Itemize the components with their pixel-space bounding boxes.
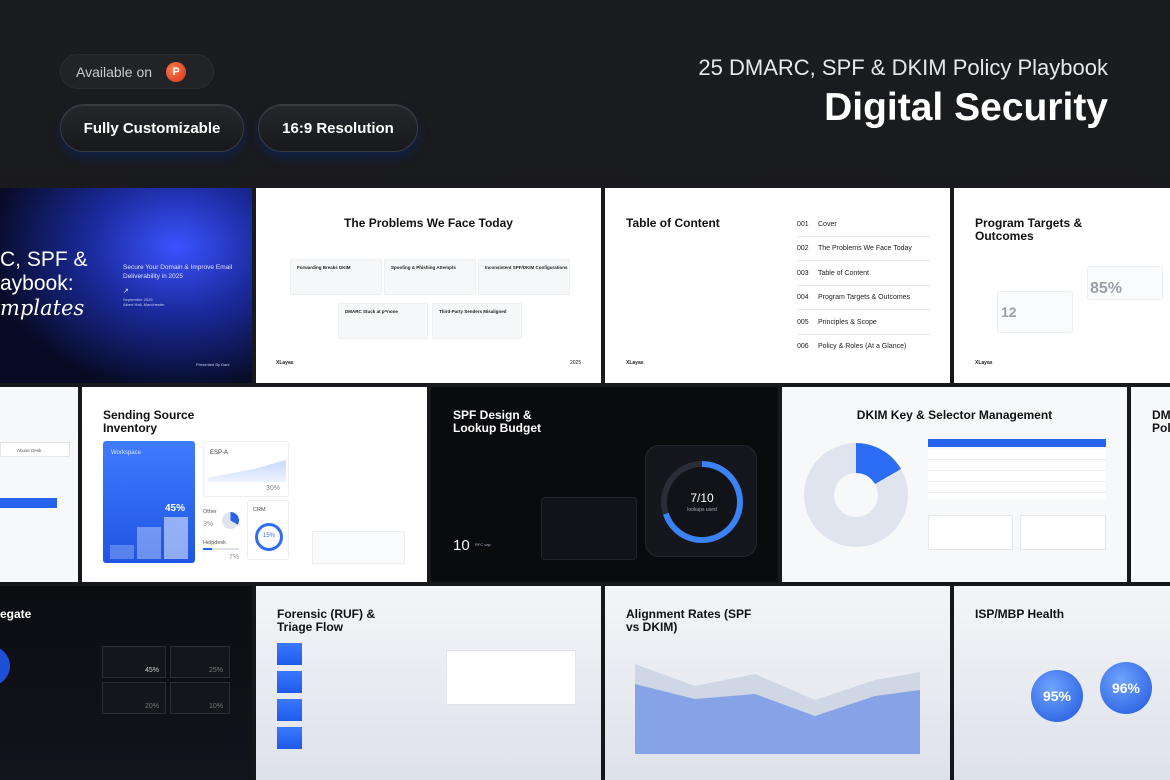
slide-targets[interactable]: Program Targets & Outcomes 85% 12 XLayas [954, 188, 1170, 383]
target-card: 12 [997, 291, 1073, 333]
abuse-desk-label: Abuse Desk [0, 442, 70, 457]
spf-title: SPF Design & Lookup Budget [453, 408, 541, 435]
helpdesk-bar [203, 548, 239, 550]
cover-tagline: Secure Your Domain & Improve Email Deliv… [123, 264, 233, 280]
isp-title: ISP/MBP Health [975, 607, 1065, 621]
other-value: 3% [203, 521, 214, 528]
problem-card: Inconsistent SPF/DKIM Configurations [478, 259, 570, 295]
workspace-card: Workspace 45% [103, 441, 195, 563]
donut-chart [0, 646, 10, 686]
target-card: 85% [1087, 266, 1163, 300]
helpdesk-value: 7% [229, 554, 240, 561]
slide-sending-sources[interactable]: Sending Source Inventory Workspace 45% E… [82, 387, 427, 582]
slide-cover[interactable]: C, SPF & aybook: mplates Secure Your Dom… [0, 188, 252, 383]
slide-isp-health[interactable]: ISP/MBP Health 95% 96% [954, 586, 1170, 780]
resolution-button[interactable]: 16:9 Resolution [258, 104, 418, 152]
powerpoint-icon: P [166, 61, 187, 82]
problems-title: The Problems We Face Today [344, 216, 513, 230]
toc-title: Table of Content [626, 216, 720, 230]
slide-dm-partial[interactable]: DM Pol [1131, 387, 1170, 582]
health-bubble: 96% [1100, 662, 1152, 714]
slide-problems[interactable]: The Problems We Face Today Forwarding Br… [256, 188, 601, 383]
toc-item[interactable]: 005 Principles & Scope [797, 311, 930, 335]
flow-step [277, 643, 302, 665]
stat-card: 45% [102, 646, 166, 678]
flow-step [277, 727, 302, 749]
hero-header: Available on P Fully Customizable 16:9 R… [0, 0, 1170, 188]
cover-location: Albert Hall, Manchester [123, 302, 165, 307]
slide-forensic[interactable]: Forensic (RUF) & Triage Flow [256, 586, 601, 780]
targets-title: Program Targets & Outcomes [975, 216, 1083, 243]
note-card [928, 515, 1013, 550]
flow-step [277, 699, 302, 721]
stat-card: 25% [170, 646, 230, 678]
toc-item[interactable]: 003 Table of Content [797, 262, 930, 286]
available-on-badge[interactable]: Available on P [60, 54, 214, 89]
product-title: Digital Security [824, 86, 1108, 129]
table-header [928, 439, 1106, 447]
dkim-title: DKIM Key & Selector Management [856, 408, 1053, 422]
aggregate-title: egate [0, 607, 32, 621]
fully-customizable-button[interactable]: Fully Customizable [60, 104, 244, 152]
note-card [312, 531, 405, 564]
slide-dkim[interactable]: DKIM Key & Selector Management [782, 387, 1127, 582]
rfc-cap-value: 10 [453, 537, 470, 554]
rfc-cap-label: RFC cap [475, 542, 491, 547]
donut-chart [804, 443, 908, 547]
stat-card: 20% [102, 682, 166, 714]
alignment-area-chart [635, 664, 920, 754]
brand-logo: XLayas [975, 360, 993, 366]
crm-card: CRM 15% [247, 500, 289, 560]
espa-card: ESP-A 30% [203, 441, 289, 497]
available-label: Available on [76, 63, 153, 80]
stat-card: 10% [170, 682, 230, 714]
gauge-label: lookups used [687, 507, 717, 513]
slide-year: 2025 [570, 360, 582, 366]
arrow-icon: ↗ [123, 288, 129, 295]
product-subtitle: 25 DMARC, SPF & DKIM Policy Playbook [698, 55, 1108, 80]
sending-title: Sending Source Inventory [103, 408, 195, 435]
progress-bar [0, 498, 57, 508]
forensic-title: Forensic (RUF) & Triage Flow [277, 607, 376, 634]
toc-item[interactable]: 002 The Problems We Face Today [797, 237, 930, 261]
alignment-title: Alignment Rates (SPF vs DKIM) [626, 607, 752, 634]
problem-card: DMARC Stuck at p=none [338, 303, 428, 339]
slide-aggregate[interactable]: egate 45% 25% 20% 10% [0, 586, 252, 780]
slide-alignment[interactable]: Alignment Rates (SPF vs DKIM) [605, 586, 950, 780]
cover-presenter: Presented By Dani [196, 362, 230, 367]
slide-toc[interactable]: Table of Content 001 Cover 002 The Problem… [605, 188, 950, 383]
problem-card: Spoofing & Phishing Attempts [384, 259, 476, 295]
slide-preview-grid: C, SPF & aybook: mplates Secure Your Dom… [0, 188, 1170, 780]
toc-item[interactable]: 001 Cover [797, 213, 930, 237]
helpdesk-label: Helpdesk [203, 540, 226, 546]
slide-spf-design[interactable]: SPF Design & Lookup Budget 7/10 lookups … [431, 387, 778, 582]
pie-icon [222, 512, 239, 529]
toc-item[interactable]: 004 Program Targets & Outcomes [797, 286, 930, 310]
cover-title: C, SPF & aybook: mplates [0, 248, 88, 320]
problem-card: Third-Party Senders Misaligned [432, 303, 522, 339]
flow-step [277, 671, 302, 693]
data-table [928, 449, 1106, 499]
problem-card: Forwarding Breaks DKIM [290, 259, 382, 295]
dm-title: DM Pol [1152, 408, 1170, 435]
note-card [1020, 515, 1106, 550]
health-bubble: 95% [1031, 670, 1083, 722]
slide-abuse-partial[interactable]: Abuse Desk [0, 387, 78, 582]
brand-logo: XLayas [626, 360, 644, 366]
note-card [446, 650, 576, 705]
lookup-gauge: 7/10 lookups used [645, 445, 757, 557]
gauge-value: 7/10 [690, 491, 714, 505]
other-label: Other [203, 509, 217, 515]
brand-logo: XLayas [276, 360, 294, 366]
dns-record-card [541, 497, 637, 560]
toc-item[interactable]: 006 Policy & Roles (At a Glance) [797, 335, 930, 359]
